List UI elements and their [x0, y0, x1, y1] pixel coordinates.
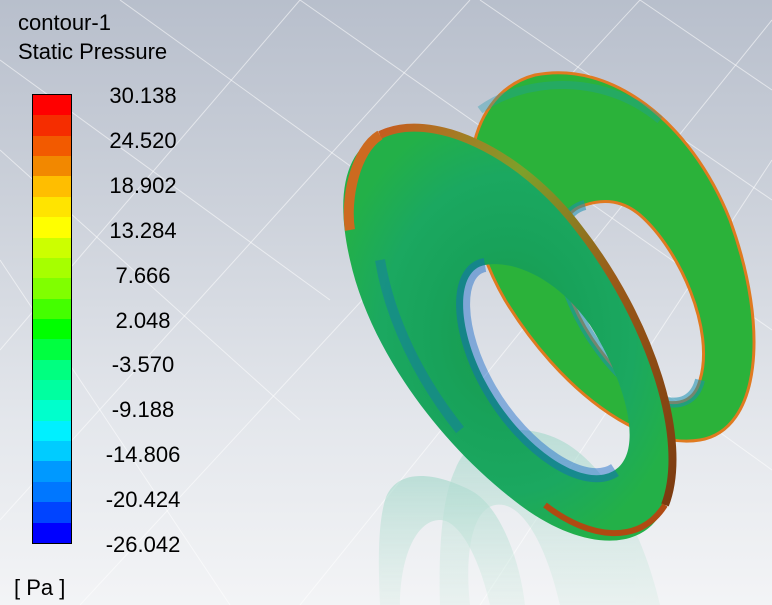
legend-tick-label: -20.424 [105, 487, 181, 513]
legend-tick-label: 2.048 [115, 307, 171, 333]
legend-tick-label: -9.188 [111, 397, 175, 423]
legend-tick-label: -14.806 [105, 442, 181, 468]
legend-tick-label: 24.520 [109, 127, 177, 153]
legend-tick-label: 30.138 [109, 83, 177, 108]
units-label: [ Pa ] [14, 575, 66, 600]
legend-tick-label: 18.902 [109, 172, 177, 198]
color-legend-labels: 30.138 24.520 18.902 13.284 7.666 2.048 -3.570… [0, 0, 200, 605]
legend-tick-label: -3.570 [111, 352, 175, 378]
legend-tick-label: -26.042 [105, 532, 181, 557]
legend-tick-label: 13.284 [109, 217, 177, 243]
legend-tick-label: 7.666 [115, 262, 171, 288]
